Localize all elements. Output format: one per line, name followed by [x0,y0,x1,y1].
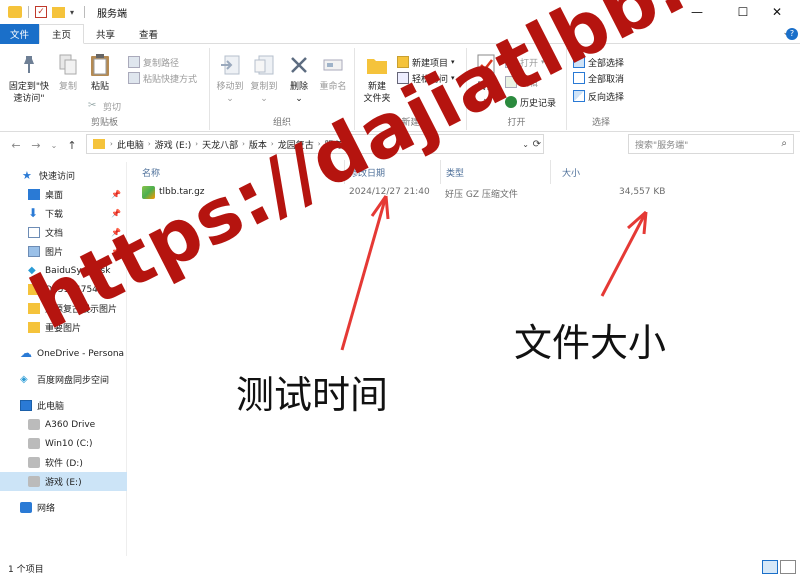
size-annotation: 文件大小 [514,321,667,365]
time-annotation: 测试时间 [236,373,389,417]
